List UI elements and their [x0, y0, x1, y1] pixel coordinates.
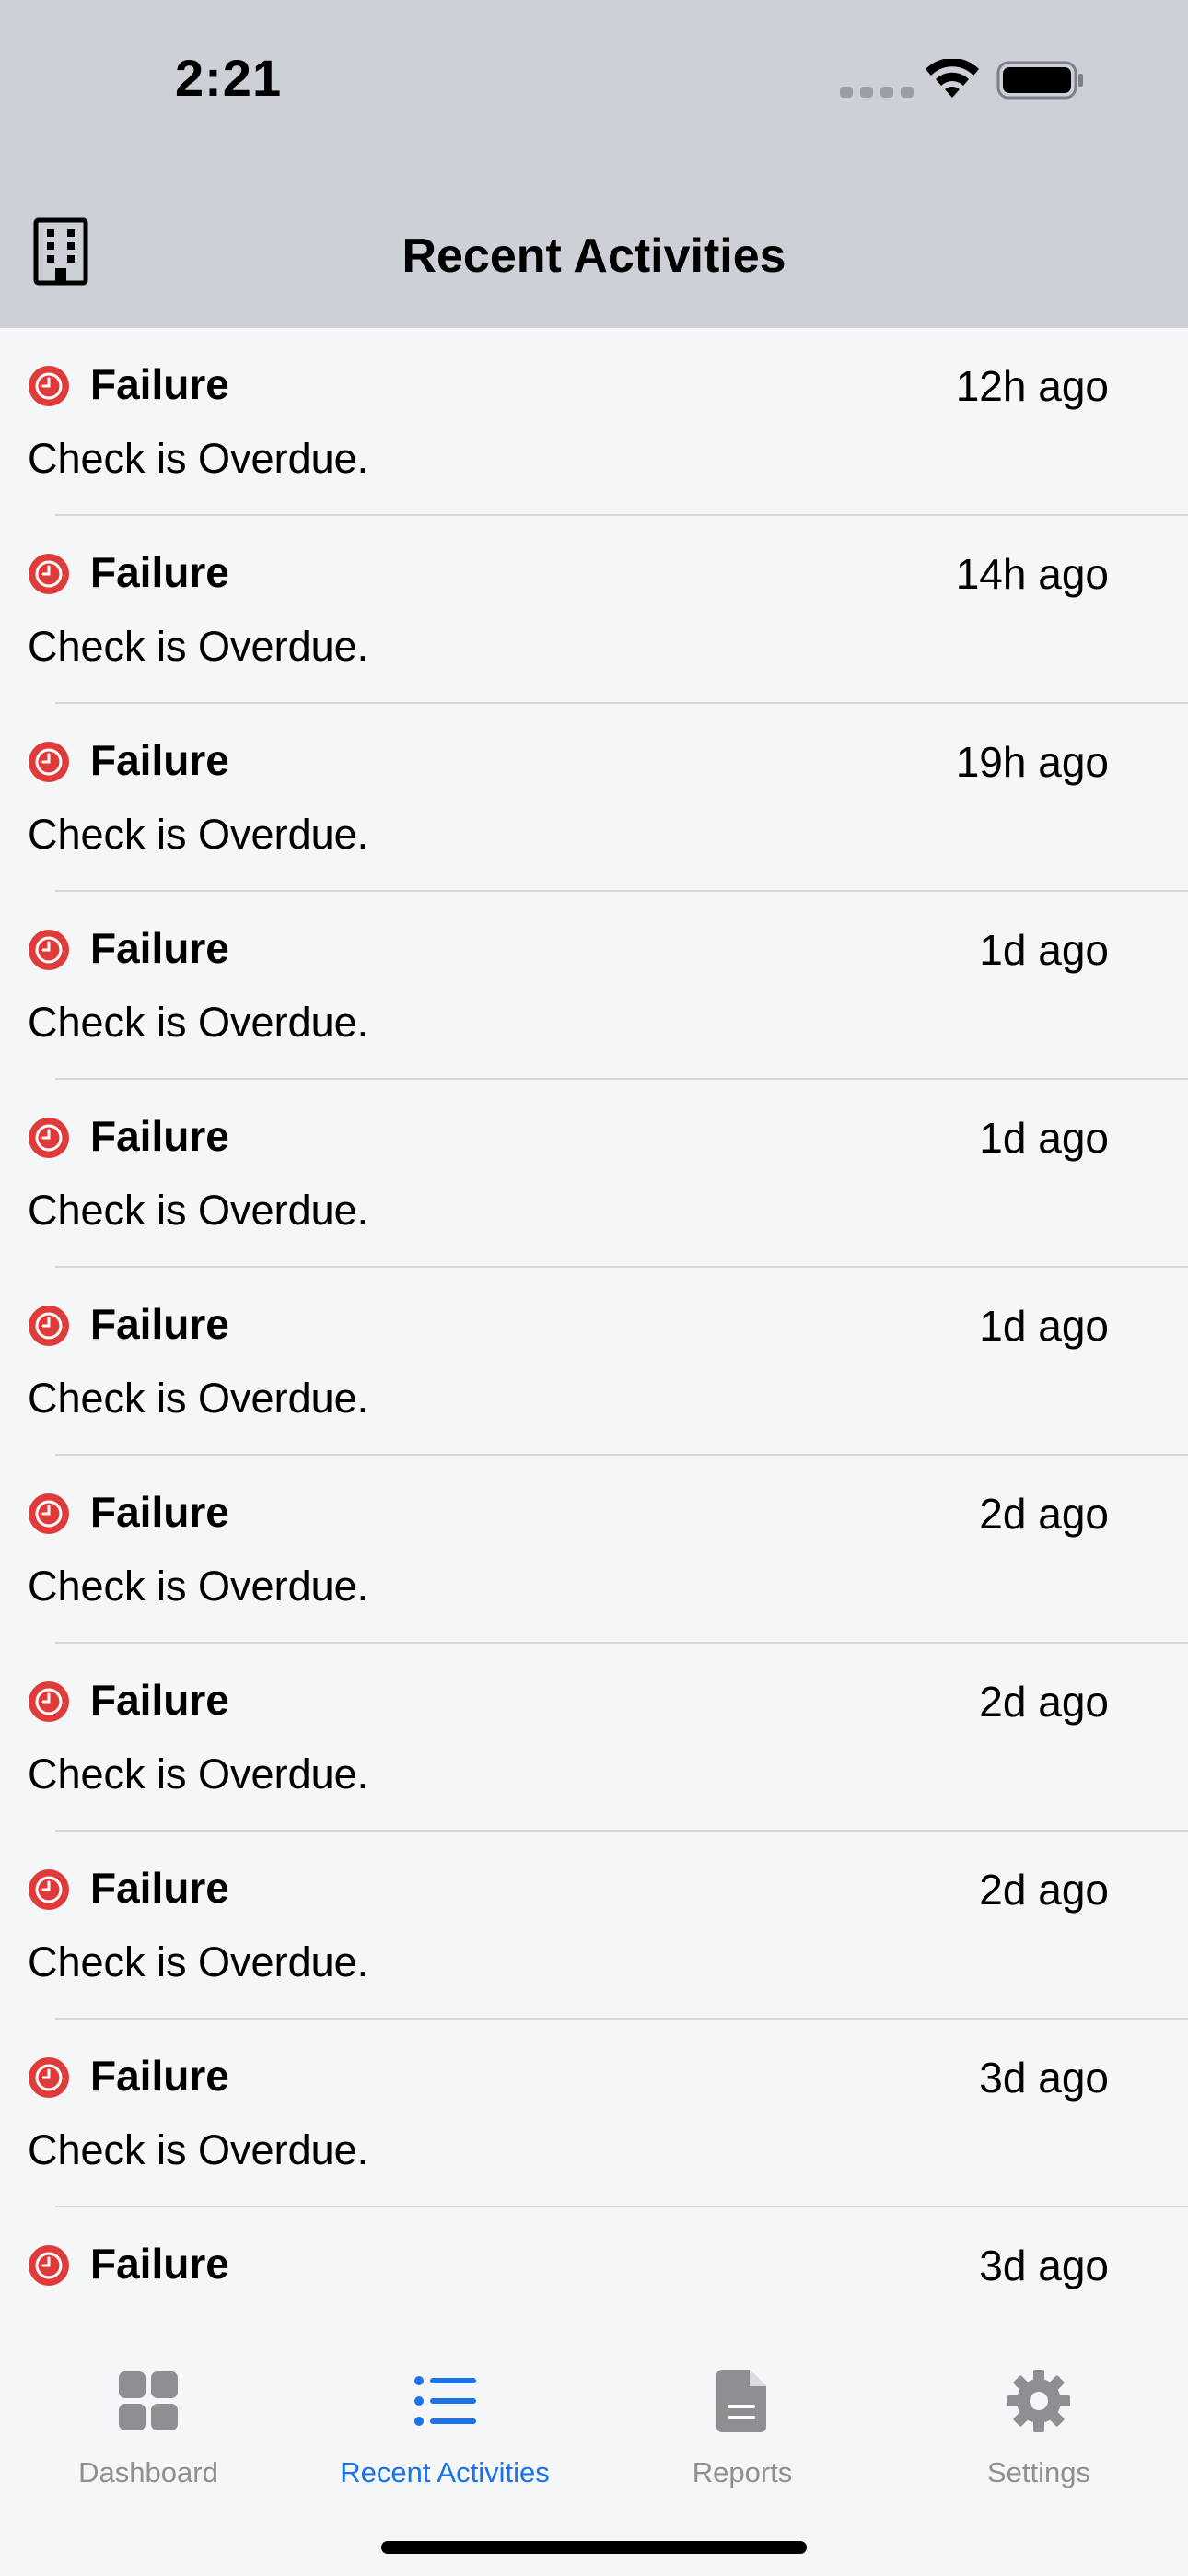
- list-item[interactable]: Failure 12h ago Check is Overdue.: [0, 328, 1188, 516]
- activity-time: 19h ago: [955, 738, 1109, 786]
- activity-title: Failure: [90, 548, 229, 596]
- clock-icon: [29, 930, 69, 970]
- tab-label: Reports: [692, 2456, 793, 2488]
- activity-title: Failure: [90, 1112, 229, 1160]
- header: 2:21 Recent Activities: [0, 0, 1188, 328]
- clock-icon: [29, 1869, 69, 1910]
- tab-label: Settings: [986, 2456, 1090, 2488]
- list-item[interactable]: Failure 2d ago Check is Overdue.: [0, 1832, 1188, 2020]
- list-item[interactable]: Failure 19h ago Check is Overdue.: [0, 704, 1188, 892]
- grid-icon: [119, 2371, 178, 2430]
- home-indicator[interactable]: [381, 2541, 807, 2554]
- tab-settings[interactable]: Settings: [891, 2318, 1187, 2502]
- tab-label: Recent Activities: [340, 2456, 550, 2488]
- document-icon: [716, 2370, 766, 2432]
- activity-description: Check is Overdue.: [28, 623, 369, 670]
- clock-icon: [29, 554, 69, 594]
- clock-icon: [29, 742, 69, 782]
- activity-time: 2d ago: [979, 1490, 1109, 1538]
- tab-bar: Dashboard Recent Activities Reports Setting…: [0, 2318, 1188, 2576]
- clock-icon: [29, 2057, 69, 2098]
- activity-time: 1d ago: [979, 926, 1109, 974]
- activity-description: Check is Overdue.: [28, 435, 369, 482]
- activity-title: Failure: [90, 2240, 229, 2288]
- list-item[interactable]: Failure 3d ago: [0, 2207, 1188, 2318]
- list-item[interactable]: Failure 2d ago Check is Overdue.: [0, 1644, 1188, 1832]
- activity-time: 3d ago: [979, 2242, 1109, 2289]
- list-item[interactable]: Failure 14h ago Check is Overdue.: [0, 516, 1188, 704]
- activity-title: Failure: [90, 924, 229, 972]
- list-icon: [414, 2376, 476, 2426]
- clock-icon: [29, 1493, 69, 1534]
- activity-title: Failure: [90, 2052, 229, 2100]
- tab-recent-activities[interactable]: Recent Activities: [297, 2318, 593, 2502]
- activity-list[interactable]: Failure 12h ago Check is Overdue. Failur…: [0, 328, 1188, 2318]
- activity-time: 1d ago: [979, 1302, 1109, 1350]
- gear-icon: [1007, 2370, 1070, 2432]
- status-time: 2:21: [175, 49, 283, 107]
- page-title: Recent Activities: [402, 229, 786, 283]
- list-item[interactable]: Failure 1d ago Check is Overdue.: [0, 1080, 1188, 1268]
- activity-description: Check is Overdue.: [28, 1751, 369, 1797]
- tab-dashboard[interactable]: Dashboard: [0, 2318, 297, 2502]
- clock-icon: [29, 366, 69, 406]
- screen: 2:21 Recent Activities Failure 12h ago C…: [0, 0, 1188, 2576]
- activity-description: Check is Overdue.: [28, 2126, 369, 2173]
- tab-label: Dashboard: [78, 2456, 218, 2488]
- clock-icon: [29, 1118, 69, 1158]
- list-item[interactable]: Failure 1d ago Check is Overdue.: [0, 1268, 1188, 1456]
- activity-description: Check is Overdue.: [28, 1938, 369, 1985]
- activity-time: 12h ago: [955, 362, 1109, 410]
- activity-title: Failure: [90, 1488, 229, 1536]
- activity-title: Failure: [90, 1676, 229, 1724]
- list-item[interactable]: Failure 2d ago Check is Overdue.: [0, 1456, 1188, 1644]
- activity-time: 3d ago: [979, 2054, 1109, 2102]
- tab-reports[interactable]: Reports: [594, 2318, 891, 2502]
- wifi-icon: [926, 59, 979, 98]
- activity-description: Check is Overdue.: [28, 811, 369, 858]
- activity-description: Check is Overdue.: [28, 999, 369, 1046]
- activity-title: Failure: [90, 360, 229, 408]
- list-item[interactable]: Failure 3d ago Check is Overdue.: [0, 2020, 1188, 2207]
- battery-icon: [996, 61, 1083, 100]
- activity-time: 14h ago: [955, 550, 1109, 598]
- clock-icon: [29, 1306, 69, 1346]
- activity-time: 1d ago: [979, 1114, 1109, 1162]
- cellular-signal-icon: [840, 87, 914, 98]
- activity-description: Check is Overdue.: [28, 1187, 369, 1234]
- activity-title: Failure: [90, 1300, 229, 1348]
- activity-time: 2d ago: [979, 1866, 1109, 1914]
- activity-description: Check is Overdue.: [28, 1375, 369, 1422]
- clock-icon: [29, 2245, 69, 2286]
- activity-description: Check is Overdue.: [28, 1563, 369, 1610]
- activity-time: 2d ago: [979, 1678, 1109, 1726]
- activity-title: Failure: [90, 736, 229, 784]
- clock-icon: [29, 1681, 69, 1722]
- activity-title: Failure: [90, 1864, 229, 1912]
- list-item[interactable]: Failure 1d ago Check is Overdue.: [0, 892, 1188, 1080]
